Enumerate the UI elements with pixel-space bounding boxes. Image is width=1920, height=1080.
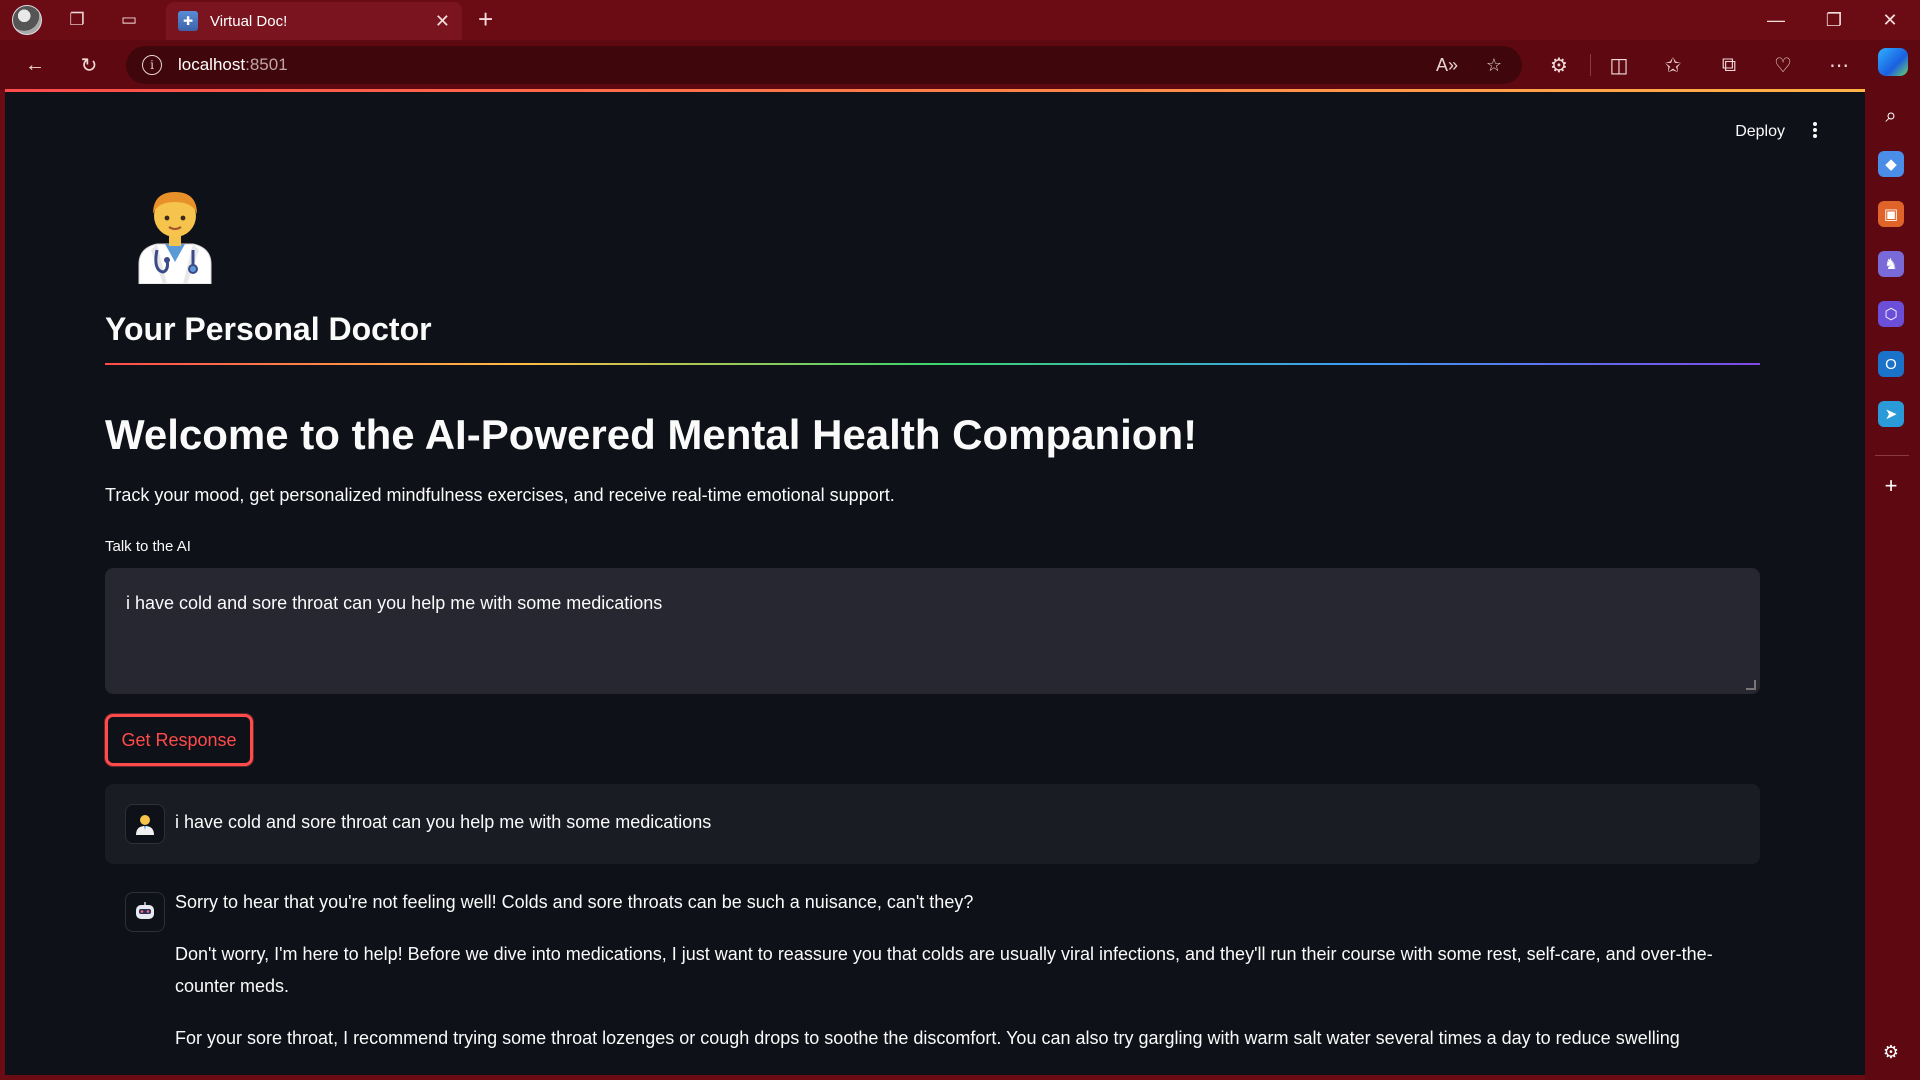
welcome-heading: Welcome to the AI-Powered Mental Health … bbox=[105, 411, 1198, 458]
chat-input-label: Talk to the AI bbox=[105, 538, 191, 555]
read-aloud-icon[interactable]: A» bbox=[1436, 46, 1458, 84]
url-host: localhost bbox=[178, 55, 246, 74]
chat-input-value: i have cold and sore throat can you help… bbox=[126, 593, 663, 613]
main-menu-icon[interactable] bbox=[1805, 117, 1825, 143]
browser-sidebar: ⌕ ◆ ▣ ♞ ⬡ O ➤ + ⚙ bbox=[1865, 89, 1920, 1080]
workspaces-icon[interactable]: ❐ bbox=[62, 6, 92, 34]
get-response-button[interactable]: Get Response bbox=[105, 714, 253, 766]
page-viewport: Deploy Your Personal Doctor Welcome to t… bbox=[5, 89, 1865, 1075]
refresh-icon[interactable]: ↻ bbox=[72, 50, 106, 80]
site-info-icon[interactable]: i bbox=[142, 55, 162, 75]
microsoft-365-icon[interactable]: ⬡ bbox=[1878, 301, 1904, 327]
address-bar[interactable]: i localhost :8501 A» ☆ bbox=[126, 46, 1522, 84]
assistant-paragraph: For your sore throat, I recommend trying… bbox=[175, 1028, 1680, 1048]
search-icon[interactable]: ⌕ bbox=[1878, 103, 1904, 129]
drop-send-icon[interactable]: ➤ bbox=[1878, 401, 1904, 427]
settings-more-icon[interactable]: ⋯ bbox=[1822, 50, 1856, 80]
header-decoration bbox=[5, 89, 1865, 92]
browser-titlebar: ❐ ▭ ✚ Virtual Doc! ✕ + — ❐ ✕ bbox=[0, 0, 1920, 40]
assistant-avatar-icon bbox=[125, 892, 165, 932]
page-title: Your Personal Doctor bbox=[105, 311, 432, 347]
tab-actions-icon[interactable]: ▭ bbox=[114, 6, 144, 34]
outlook-icon[interactable]: O bbox=[1878, 351, 1904, 377]
browser-essentials-icon[interactable]: ♡ bbox=[1766, 50, 1800, 80]
assistant-paragraph: Sorry to hear that you're not feeling we… bbox=[175, 892, 974, 912]
url-port: :8501 bbox=[245, 55, 288, 74]
minimize-icon[interactable]: — bbox=[1748, 6, 1804, 34]
sidebar-settings-icon[interactable]: ⚙ bbox=[1878, 1039, 1904, 1065]
header-divider bbox=[105, 363, 1760, 365]
deploy-button[interactable]: Deploy bbox=[1727, 119, 1793, 145]
favorites-icon[interactable]: ✩ bbox=[1656, 50, 1690, 80]
user-avatar-icon bbox=[125, 804, 165, 844]
restore-icon[interactable]: ❐ bbox=[1806, 6, 1862, 34]
extensions-icon[interactable]: ⚙ bbox=[1542, 50, 1576, 80]
user-message-text: i have cold and sore throat can you help… bbox=[175, 812, 712, 832]
browser-navbar: ← ↻ i localhost :8501 A» ☆ ⚙ ◫ ✩ ⧉ ♡ ⋯ bbox=[0, 40, 1920, 90]
new-tab-button[interactable]: + bbox=[478, 4, 493, 35]
resize-handle[interactable] bbox=[1746, 680, 1756, 690]
tools-icon[interactable]: ▣ bbox=[1878, 201, 1904, 227]
back-icon[interactable]: ← bbox=[18, 50, 52, 80]
assistant-paragraph: Don't worry, I'm here to help! Before we… bbox=[175, 944, 1713, 996]
close-window-icon[interactable]: ✕ bbox=[1862, 6, 1918, 34]
app-description: Track your mood, get personalized mindfu… bbox=[105, 485, 895, 505]
hospital-favicon-icon: ✚ bbox=[178, 11, 198, 31]
chat-input-textarea[interactable]: i have cold and sore throat can you help… bbox=[105, 568, 1760, 694]
sidebar-divider bbox=[1875, 455, 1909, 456]
split-screen-icon[interactable]: ◫ bbox=[1602, 50, 1636, 80]
close-tab-icon[interactable]: ✕ bbox=[435, 11, 450, 32]
assistant-message-body: Sorry to hear that you're not feeling we… bbox=[175, 886, 1755, 1074]
user-chat-message: i have cold and sore throat can you help… bbox=[105, 784, 1760, 864]
browser-tab[interactable]: ✚ Virtual Doc! ✕ bbox=[166, 2, 462, 40]
favorite-star-icon[interactable]: ☆ bbox=[1486, 46, 1502, 84]
tab-title: Virtual Doc! bbox=[210, 12, 288, 30]
shopping-tag-icon[interactable]: ◆ bbox=[1878, 151, 1904, 177]
profile-avatar-icon[interactable] bbox=[12, 5, 42, 35]
collections-icon[interactable]: ⧉ bbox=[1712, 50, 1746, 80]
toolbar-divider bbox=[1590, 54, 1591, 76]
games-icon[interactable]: ♞ bbox=[1878, 251, 1904, 277]
add-sidebar-app-icon[interactable]: + bbox=[1878, 473, 1904, 499]
assistant-chat-message: Sorry to hear that you're not feeling we… bbox=[105, 874, 1760, 1075]
copilot-icon[interactable] bbox=[1878, 48, 1908, 76]
doctor-emoji-icon bbox=[138, 192, 212, 284]
